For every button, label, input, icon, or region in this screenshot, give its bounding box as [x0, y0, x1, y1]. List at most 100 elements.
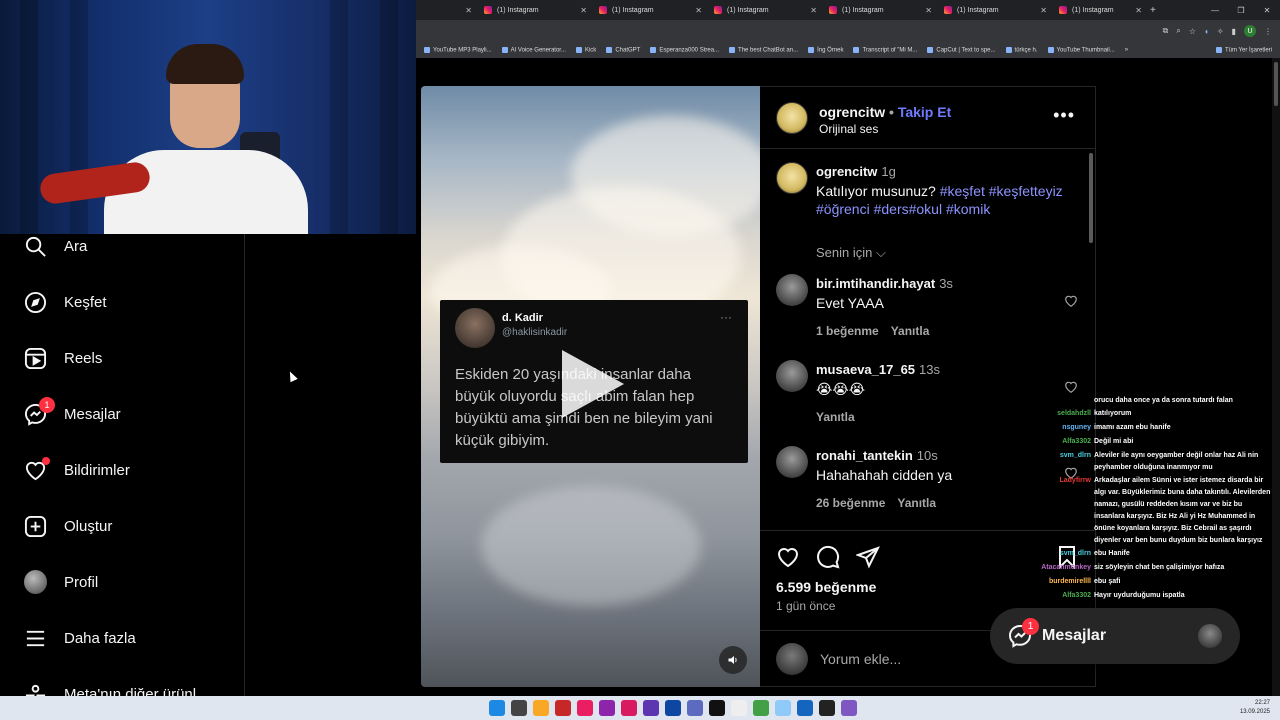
- window-close-icon[interactable]: ✕: [1254, 6, 1280, 15]
- caption-avatar[interactable]: [776, 162, 808, 194]
- close-tab-icon[interactable]: ✕: [580, 6, 587, 15]
- comment-username[interactable]: ronahi_tantekin: [816, 448, 913, 463]
- app-icon[interactable]: [775, 700, 791, 716]
- close-tab-icon[interactable]: ✕: [1135, 6, 1142, 15]
- heart-icon[interactable]: [1064, 294, 1078, 308]
- sidebar-item-notifications[interactable]: Bildirimler: [24, 456, 130, 484]
- comment-icon[interactable]: [816, 545, 840, 569]
- sidebar-item-create[interactable]: Oluştur: [24, 512, 112, 540]
- sidebar-item-explore[interactable]: Keşfet: [24, 288, 107, 316]
- bookmark-item[interactable]: YouTube MP3 Playli...: [424, 47, 492, 53]
- app-icon[interactable]: [687, 700, 703, 716]
- app-icon[interactable]: [797, 700, 813, 716]
- app-icon[interactable]: [577, 700, 593, 716]
- close-tab-icon[interactable]: ✕: [810, 6, 817, 15]
- sidebar-item-more[interactable]: Daha fazla: [24, 624, 136, 652]
- app-icon[interactable]: [599, 700, 615, 716]
- windows-taskbar: 22:27 13.09.2025: [0, 696, 1280, 720]
- instagram-icon: [944, 6, 952, 14]
- sidebar-item-reels[interactable]: Reels: [24, 344, 102, 372]
- comment-username[interactable]: bir.imtihandir.hayat: [816, 276, 935, 291]
- menu-dots-icon[interactable]: ⋮: [1264, 27, 1272, 36]
- bookmark-item[interactable]: Kick: [576, 47, 596, 53]
- bookmark-item[interactable]: Esperanza000 Strea...: [650, 47, 719, 53]
- browser-tab[interactable]: (1) Instagram ✕: [821, 0, 936, 20]
- profile-avatar[interactable]: U: [1244, 25, 1256, 37]
- menu-icon: [24, 627, 47, 650]
- windows-start-icon[interactable]: [489, 700, 505, 716]
- reply-button[interactable]: Yanıtla: [897, 496, 936, 510]
- chrome-icon[interactable]: [753, 700, 769, 716]
- new-tab-icon[interactable]: +: [1150, 5, 1156, 16]
- all-bookmarks[interactable]: Tüm Yer İşaretleri: [1216, 47, 1280, 53]
- heart-icon[interactable]: [1064, 380, 1078, 394]
- volume-button[interactable]: [719, 646, 747, 674]
- close-tab-icon[interactable]: ✕: [465, 6, 472, 15]
- caption-username[interactable]: ogrencitw: [816, 164, 877, 179]
- bookmark-item[interactable]: Transcript of "Mi M...: [853, 47, 917, 53]
- comment-avatar[interactable]: [776, 274, 808, 306]
- reply-button[interactable]: Yanıtla: [816, 410, 855, 424]
- zoom-icon[interactable]: ⌕: [1176, 26, 1180, 36]
- system-clock[interactable]: 22:27 13.09.2025: [1240, 699, 1270, 717]
- browser-tab[interactable]: (1) Instagram ✕: [936, 0, 1051, 20]
- app-icon[interactable]: [841, 700, 857, 716]
- close-tab-icon[interactable]: ✕: [695, 6, 702, 15]
- bookmark-star-icon[interactable]: ☆: [1189, 27, 1196, 36]
- share-icon[interactable]: [856, 545, 880, 569]
- file-explorer-icon[interactable]: [533, 700, 549, 716]
- capcut-icon[interactable]: [819, 700, 835, 716]
- sidebar-item-messages[interactable]: 1 Mesajlar: [24, 396, 121, 428]
- comment-username[interactable]: musaeva_17_65: [816, 362, 915, 377]
- bookmark-item[interactable]: İng Örnek: [808, 47, 843, 53]
- more-bookmarks-icon[interactable]: »: [1125, 47, 1128, 53]
- post-username[interactable]: ogrencitw: [819, 104, 885, 120]
- browser-tab[interactable]: (1) Instagram ✕: [1051, 0, 1146, 20]
- app-icon[interactable]: [731, 700, 747, 716]
- audio-label[interactable]: Orijinal ses: [819, 122, 878, 136]
- comment-likes[interactable]: 26 beğenme: [816, 496, 885, 510]
- bookmark-item[interactable]: AI Voice Generator...: [502, 47, 566, 53]
- bookmark-item[interactable]: CapCut | Text to spe...: [927, 47, 995, 53]
- browser-tab[interactable]: (1) Instagram ✕: [476, 0, 591, 20]
- browser-tab[interactable]: ✕: [416, 0, 476, 20]
- comment-avatar[interactable]: [776, 446, 808, 478]
- close-tab-icon[interactable]: ✕: [925, 6, 932, 15]
- sidebar-item-profile[interactable]: Profil: [24, 568, 98, 596]
- puzzle-icon[interactable]: ✧: [1217, 27, 1224, 36]
- messages-float-button[interactable]: 1 Mesajlar: [990, 608, 1240, 664]
- bookmark-item[interactable]: ChatGPT: [606, 47, 640, 53]
- author-avatar[interactable]: [776, 102, 808, 134]
- messenger-icon[interactable]: [643, 700, 659, 716]
- play-icon[interactable]: [562, 350, 624, 418]
- more-options-icon[interactable]: •••: [1053, 105, 1075, 126]
- browser-tab[interactable]: (1) Instagram ✕: [591, 0, 706, 20]
- extension-icon[interactable]: ◖: [1204, 27, 1209, 36]
- bookmark-item[interactable]: YouTube Thumbnail...: [1048, 47, 1115, 53]
- like-heart-icon[interactable]: [776, 545, 800, 569]
- comment-input[interactable]: Yorum ekle...: [820, 651, 901, 667]
- browser-tab[interactable]: (1) Instagram ✕: [706, 0, 821, 20]
- comments-scrollbar[interactable]: [1089, 153, 1093, 243]
- bookmark-item[interactable]: The best ChatBot an...: [729, 47, 798, 53]
- photoshop-icon[interactable]: [665, 700, 681, 716]
- bookmark-item[interactable]: türkçe h.: [1006, 47, 1038, 53]
- sidebar-item-search[interactable]: Ara: [24, 232, 87, 260]
- close-tab-icon[interactable]: ✕: [1040, 6, 1047, 15]
- reply-button[interactable]: Yanıtla: [891, 324, 930, 338]
- app-icon[interactable]: [555, 700, 571, 716]
- like-count[interactable]: 6.599 beğenme: [776, 579, 876, 595]
- sidebar-icon[interactable]: ▮: [1232, 27, 1236, 36]
- volume-icon: [728, 656, 737, 664]
- task-view-icon[interactable]: [511, 700, 527, 716]
- sort-dropdown[interactable]: Senin için ⌵: [816, 245, 886, 261]
- comment-avatar[interactable]: [776, 360, 808, 392]
- minimize-icon[interactable]: —: [1202, 6, 1228, 15]
- comment-likes[interactable]: 1 beğenme: [816, 324, 879, 338]
- instagram-icon[interactable]: [621, 700, 637, 716]
- maximize-icon[interactable]: ❐: [1228, 6, 1254, 15]
- tiktok-icon[interactable]: [709, 700, 725, 716]
- install-app-icon[interactable]: ⧉: [1163, 26, 1169, 36]
- sidebar-item-label: Keşfet: [64, 293, 107, 311]
- follow-button[interactable]: Takip Et: [898, 104, 951, 120]
